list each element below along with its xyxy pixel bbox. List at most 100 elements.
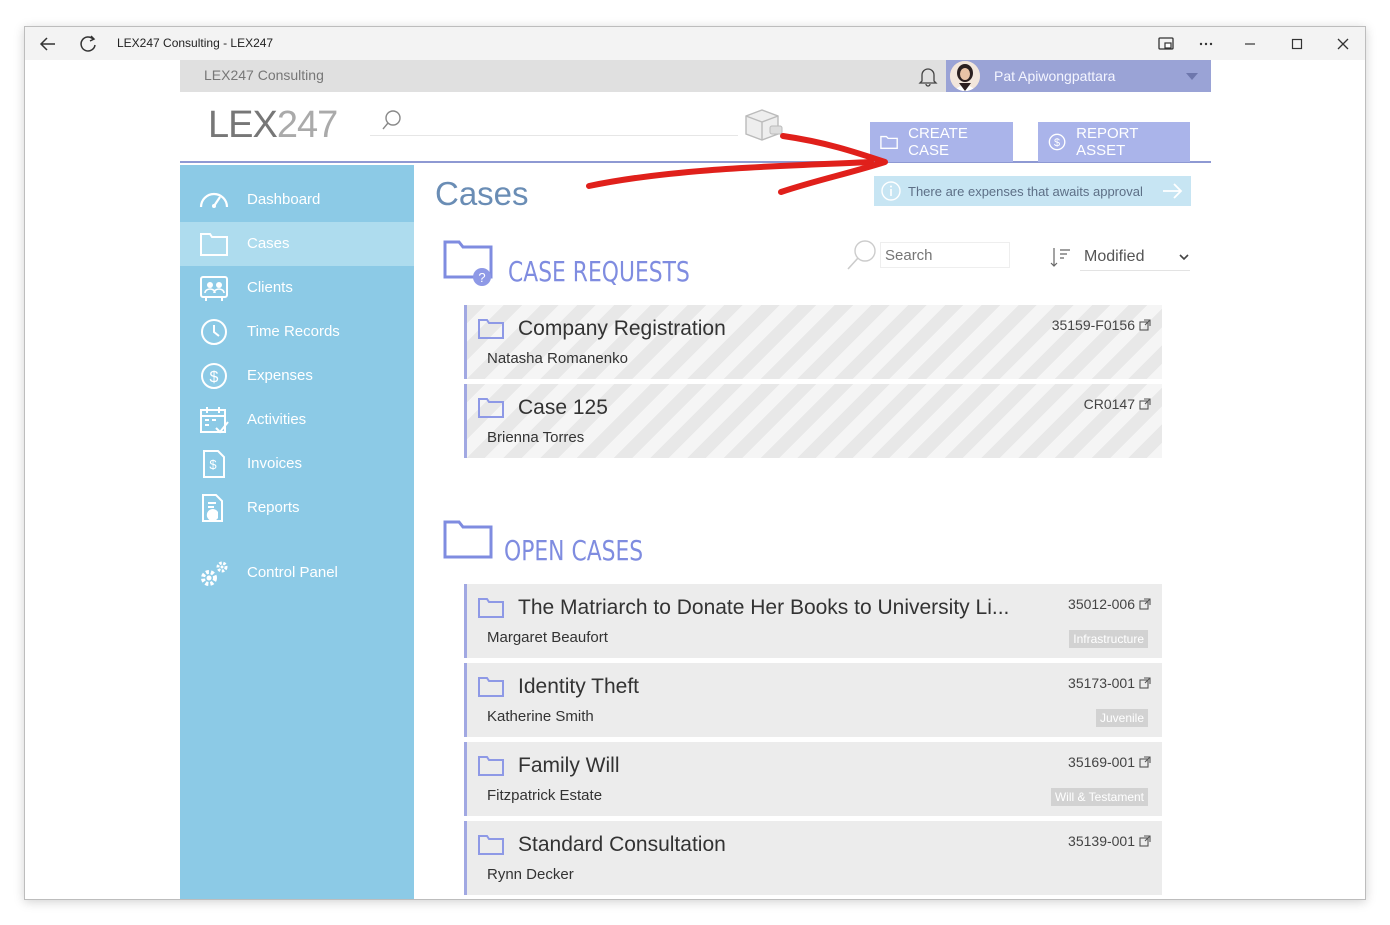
svg-text:$: $ [1054, 137, 1060, 149]
report-asset-button[interactable]: $ REPORT ASSET [1038, 122, 1190, 162]
app-content: LEX247 Consulting Pat Apiwongpattara LEX… [180, 60, 1211, 899]
sidebar-item-label: Time Records [247, 323, 340, 340]
case-title: Identity Theft [518, 675, 640, 698]
sidebar-item-label: Activities [247, 411, 307, 428]
logo-text-thin: 247 [276, 104, 338, 146]
back-arrow-icon[interactable] [37, 33, 59, 55]
folder-icon [478, 598, 504, 618]
main-content: Cases There are expenses that awaits app… [414, 165, 1211, 899]
sidebar-item-label: Expenses [247, 367, 313, 384]
external-link-icon [1139, 835, 1151, 847]
app-header: LEX247 CREATE CASE $ REPORT ASSET [180, 92, 1211, 163]
global-search-input[interactable] [412, 108, 722, 132]
sidebar-item-time-records[interactable]: Time Records [180, 310, 414, 354]
client-name: Natasha Romanenko [487, 350, 628, 367]
search-icon [847, 240, 876, 270]
global-search [370, 104, 738, 136]
open-case-card[interactable]: The Matriarch to Donate Her Books to Uni… [464, 584, 1162, 658]
sort-dropdown[interactable]: Modified [1048, 243, 1191, 271]
invoice-icon: $ [203, 450, 225, 478]
case-title: Standard Consultation [518, 833, 726, 856]
clients-icon [200, 276, 228, 301]
expense-approval-notice[interactable]: There are expenses that awaits approval [874, 176, 1191, 206]
refresh-icon[interactable] [77, 33, 99, 55]
more-options-icon[interactable] [1194, 32, 1218, 56]
svg-text:?: ? [478, 270, 485, 285]
notice-text: There are expenses that awaits approval [908, 184, 1143, 199]
case-code[interactable]: 35173-001 [1068, 675, 1152, 691]
sidebar-item-control-panel[interactable]: Control Panel [180, 551, 414, 595]
report-asset-label: REPORT ASSET [1076, 125, 1139, 159]
folder-icon [478, 835, 504, 855]
case-code-text: 35139-001 [1068, 833, 1135, 849]
case-code-text: 35159-F0156 [1051, 317, 1135, 333]
client-name: Rynn Decker [487, 866, 574, 883]
sidebar-item-invoices[interactable]: $ Invoices [180, 442, 414, 486]
package-box-icon[interactable] [742, 106, 784, 142]
folder-icon [443, 520, 493, 559]
arrow-right-icon[interactable] [1160, 180, 1184, 202]
case-code-text: 35173-001 [1068, 675, 1135, 691]
notification-bell-icon[interactable] [916, 64, 940, 88]
sidebar-item-reports[interactable]: Reports [180, 486, 414, 530]
folder-icon [880, 135, 898, 150]
external-link-icon [1139, 598, 1151, 610]
chevron-down-icon [1186, 73, 1198, 80]
user-menu[interactable]: Pat Apiwongpattara [946, 60, 1211, 92]
chevron-down-icon [1179, 254, 1189, 261]
case-title: The Matriarch to Donate Her Books to Uni… [518, 596, 1010, 619]
case-request-card[interactable]: Company Registration Natasha Romanenko 3… [464, 305, 1162, 379]
case-search-input[interactable] [880, 242, 1010, 268]
create-case-button[interactable]: CREATE CASE [870, 122, 1013, 162]
sidebar-item-cases[interactable]: Cases [180, 222, 414, 266]
folder-question-icon: ? [443, 240, 493, 286]
sidebar-item-clients[interactable]: Clients [180, 266, 414, 310]
minimize-icon[interactable] [1238, 32, 1262, 56]
folder-icon [478, 756, 504, 776]
external-link-icon [1139, 756, 1151, 768]
case-code[interactable]: 35169-001 [1068, 754, 1152, 770]
external-link-icon [1139, 319, 1151, 331]
practice-area-tag: Infrastructure [1069, 630, 1148, 648]
gears-icon [201, 561, 228, 586]
sidebar-item-dashboard[interactable]: Dashboard [180, 178, 414, 222]
info-icon [881, 181, 901, 201]
lex247-logo: LEX247 [208, 104, 338, 147]
user-name: Pat Apiwongpattara [994, 68, 1116, 84]
close-icon[interactable] [1331, 32, 1355, 56]
external-link-icon [1139, 677, 1151, 689]
case-filter-search [844, 239, 1010, 270]
sort-descending-icon [1050, 248, 1070, 267]
open-cases-heading: OPEN CASES [504, 534, 644, 567]
create-case-label: CREATE CASE [908, 125, 968, 159]
sidebar-item-label: Reports [247, 499, 300, 516]
case-code[interactable]: CR0147 [1084, 396, 1152, 412]
calendar-icon [200, 407, 229, 434]
maximize-icon[interactable] [1285, 32, 1309, 56]
window-titlebar: LEX247 Consulting - LEX247 [25, 27, 1365, 60]
case-request-card[interactable]: Case 125 Brienna Torres CR0147 [464, 384, 1162, 458]
case-code-text: CR0147 [1083, 396, 1135, 412]
practice-area-tag: Will & Testament [1050, 788, 1148, 806]
dollar-icon: $ [201, 363, 227, 389]
sidebar-item-label: Clients [247, 279, 293, 296]
open-case-card[interactable]: Identity Theft Katherine Smith 35173-001… [464, 663, 1162, 737]
org-name: LEX247 Consulting [204, 67, 324, 83]
divider [1080, 270, 1190, 271]
case-requests-heading: CASE REQUESTS [508, 255, 690, 288]
folder-icon [478, 398, 504, 418]
practice-area-tag: Juvenile [1095, 709, 1148, 727]
sidebar-item-expenses[interactable]: $ Expenses [180, 354, 414, 398]
case-code[interactable]: 35159-F0156 [1052, 317, 1152, 333]
case-code[interactable]: 35012-006 [1068, 596, 1152, 612]
open-case-card[interactable]: Standard Consultation Rynn Decker 35139-… [464, 821, 1162, 895]
sidebar-item-label: Control Panel [247, 564, 338, 581]
case-code[interactable]: 35139-001 [1068, 833, 1152, 849]
dollar-circle-icon: $ [1048, 133, 1066, 151]
sidebar-item-label: Dashboard [247, 191, 321, 208]
app-window: LEX247 Consulting - LEX247 LEX247 Consul… [24, 26, 1366, 900]
sidebar-item-activities[interactable]: Activities [180, 398, 414, 442]
cast-icon[interactable] [1154, 32, 1178, 56]
open-case-card[interactable]: Family Will Fitzpatrick Estate 35169-001… [464, 742, 1162, 816]
sidebar-item-label: Invoices [247, 455, 303, 472]
